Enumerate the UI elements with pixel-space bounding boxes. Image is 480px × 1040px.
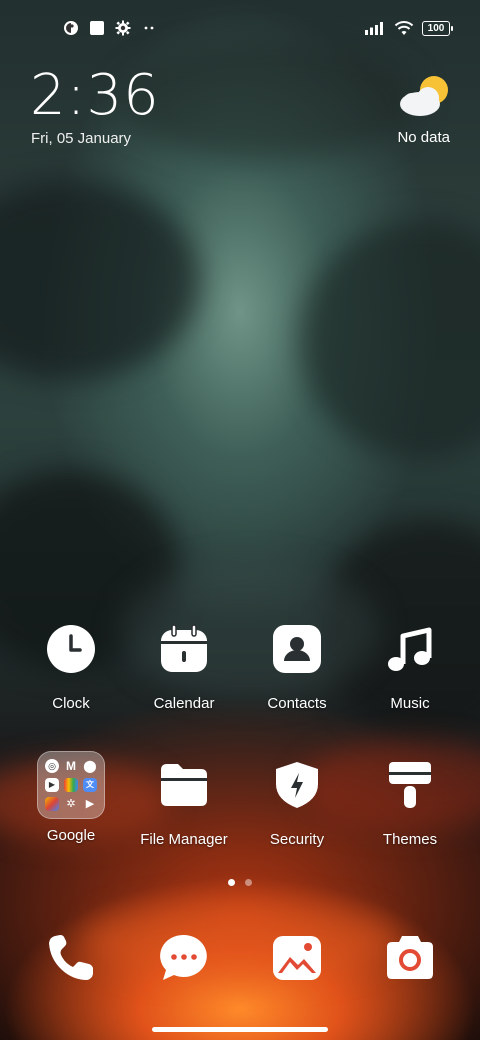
- page-indicator: [228, 879, 252, 886]
- wifi-icon: [394, 21, 414, 35]
- phone-icon[interactable]: [46, 933, 96, 983]
- assistant-icon: ✲: [66, 798, 76, 810]
- app-label: Contacts: [267, 695, 327, 712]
- square-icon: [90, 21, 104, 35]
- messages-icon[interactable]: [159, 933, 209, 983]
- app-label: Clock: [52, 695, 90, 712]
- app-label: Themes: [382, 831, 438, 848]
- app-music[interactable]: Music: [360, 624, 460, 712]
- battery-icon: 100: [422, 20, 453, 36]
- folder-icon: [161, 764, 207, 806]
- paint-roller-icon: [389, 762, 431, 808]
- app-label: Security: [269, 831, 325, 848]
- play-store-icon: ▶: [85, 798, 95, 810]
- more-dots-icon: [144, 26, 154, 30]
- status-bar: 100: [0, 16, 480, 40]
- partly-cloudy-icon[interactable]: [398, 74, 454, 118]
- signal-icon: [365, 22, 383, 35]
- app-security[interactable]: Security: [247, 760, 347, 848]
- app-label: File Manager: [140, 831, 228, 848]
- app-label: Calendar: [153, 695, 215, 712]
- camera-icon[interactable]: [385, 933, 435, 983]
- app-file-manager[interactable]: File Manager: [134, 760, 234, 848]
- contacts-icon: [273, 625, 321, 673]
- youtube-icon: ▶: [45, 778, 59, 792]
- shield-icon: [276, 762, 318, 808]
- data-saver-icon: [64, 21, 78, 35]
- app-folder-google[interactable]: ◎ M ⬤ ▶ 文 ✲ ▶ Google: [21, 751, 121, 844]
- app-contacts[interactable]: Contacts: [247, 624, 347, 712]
- app-calendar[interactable]: Calendar: [134, 624, 234, 712]
- settings-icon: [115, 20, 131, 36]
- chrome-icon: ◎: [45, 759, 59, 773]
- home-indicator[interactable]: [152, 1027, 328, 1032]
- gallery-icon[interactable]: [272, 933, 322, 983]
- gallery-go-icon: [45, 797, 59, 811]
- app-label: Music: [390, 695, 430, 712]
- clock-icon: [47, 625, 95, 673]
- app-themes[interactable]: Themes: [360, 760, 460, 848]
- maps-icon: ⬤: [83, 759, 97, 773]
- page-dot-active: [228, 879, 235, 886]
- gmail-icon: M: [66, 759, 76, 773]
- app-label: Google: [46, 827, 96, 844]
- clock-date[interactable]: Fri, 05 January: [31, 130, 131, 147]
- clock-time[interactable]: 2:36: [30, 66, 160, 126]
- translate-icon: 文: [83, 778, 97, 792]
- page-dot: [245, 879, 252, 886]
- calendar-icon: [161, 624, 207, 672]
- weather-status[interactable]: No data: [397, 129, 450, 146]
- google-folder-icon: ◎ M ⬤ ▶ 文 ✲ ▶: [37, 751, 105, 819]
- music-icon: [388, 627, 432, 671]
- app-clock[interactable]: Clock: [21, 624, 121, 712]
- photos-icon: [64, 778, 78, 792]
